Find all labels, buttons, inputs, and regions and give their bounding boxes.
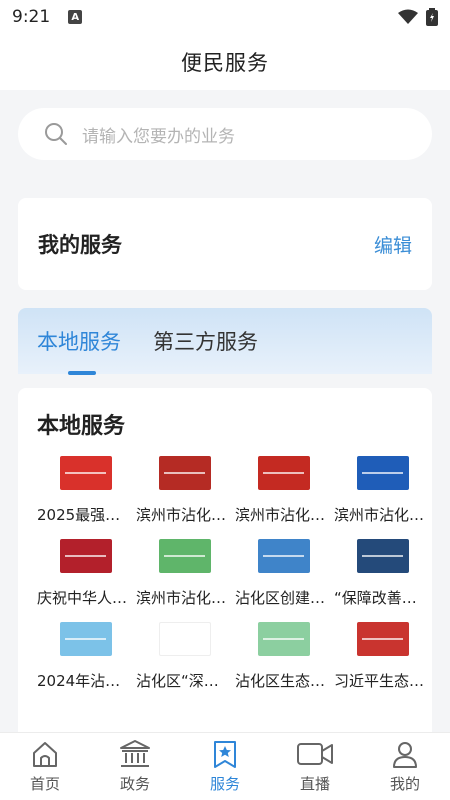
service-item[interactable]: 沾化区生态… — [234, 622, 333, 691]
tab-label: 第三方服务 — [153, 330, 258, 354]
home-icon — [33, 742, 57, 767]
service-item[interactable]: 滨州市沾化… — [333, 456, 432, 525]
service-tabs: 本地服务 第三方服务 — [18, 308, 432, 375]
service-item-label: 庆祝中华人… — [37, 589, 128, 607]
app-header: 便民服务 — [0, 34, 450, 90]
service-item-label: 沾化区生态… — [235, 672, 326, 690]
page-title: 便民服务 — [181, 51, 269, 75]
bottom-navigation: 首页 政务 服务 直播 我的 — [0, 732, 450, 800]
user-icon — [393, 742, 417, 768]
service-thumbnail — [59, 539, 112, 573]
battery-icon — [426, 8, 438, 26]
service-item[interactable]: 2025最强… — [36, 456, 135, 525]
service-grid: 2025最强… 滨州市沾化… 滨州市沾化… 滨州市沾化… 庆祝中华人… 滨州市沾… — [18, 456, 432, 691]
nav-label: 我的 — [389, 775, 420, 793]
service-bookmark-icon — [214, 741, 236, 768]
service-thumbnail — [257, 622, 310, 656]
service-item-label: 滨州市沾化… — [334, 506, 425, 524]
my-services-title: 我的服务 — [38, 233, 122, 257]
notification-icon: A — [68, 10, 83, 24]
nav-government[interactable]: 政务 — [90, 733, 180, 800]
wifi-icon — [398, 9, 418, 24]
video-camera-icon — [297, 743, 333, 765]
service-item[interactable]: “保障改善… — [333, 539, 432, 608]
status-bar: 9:21 A — [0, 0, 450, 34]
service-thumbnail — [158, 456, 211, 490]
service-thumbnail — [158, 622, 211, 656]
status-indicators — [398, 8, 438, 26]
nav-label: 服务 — [209, 775, 240, 793]
nav-label: 直播 — [299, 775, 330, 793]
nav-home[interactable]: 首页 — [0, 733, 90, 800]
my-services-card: 我的服务 编辑 — [18, 198, 432, 290]
service-item[interactable]: 习近平生态… — [333, 622, 432, 691]
nav-profile[interactable]: 我的 — [360, 733, 450, 800]
status-time: 9:21 — [12, 7, 51, 27]
nav-label: 政务 — [119, 775, 150, 793]
service-item[interactable]: 庆祝中华人… — [36, 539, 135, 608]
service-item[interactable]: 沾化区“深… — [135, 622, 234, 691]
service-item-label: 沾化区创建… — [235, 589, 326, 607]
service-item[interactable]: 滨州市沾化… — [135, 539, 234, 608]
edit-button[interactable]: 编辑 — [374, 231, 412, 258]
search-placeholder: 请输入您要办的业务 — [82, 126, 235, 147]
tab-third-party-services[interactable]: 第三方服务 — [153, 308, 258, 374]
service-item[interactable]: 沾化区创建… — [234, 539, 333, 608]
service-item-label: 2024年沾… — [37, 672, 121, 690]
service-thumbnail — [356, 456, 409, 490]
search-icon — [45, 123, 67, 145]
government-building-icon — [120, 740, 150, 767]
active-tab-indicator — [68, 371, 96, 375]
service-thumbnail — [356, 622, 409, 656]
nav-label: 首页 — [29, 775, 60, 793]
service-item-label: 滨州市沾化… — [136, 589, 227, 607]
service-item-label: “保障改善… — [334, 589, 417, 607]
service-item-label: 习近平生态… — [334, 672, 425, 690]
service-item-label: 滨州市沾化… — [235, 506, 326, 524]
service-item[interactable]: 滨州市沾化… — [135, 456, 234, 525]
service-thumbnail — [257, 456, 310, 490]
service-item[interactable]: 滨州市沾化… — [234, 456, 333, 525]
service-thumbnail — [59, 456, 112, 490]
service-thumbnail — [257, 539, 310, 573]
service-item-label: 滨州市沾化… — [136, 506, 227, 524]
service-thumbnail — [59, 622, 112, 656]
service-item-label: 沾化区“深… — [136, 672, 219, 690]
nav-live[interactable]: 直播 — [270, 733, 360, 800]
service-item[interactable]: 2024年沾… — [36, 622, 135, 691]
service-thumbnail — [158, 539, 211, 573]
tab-local-services[interactable]: 本地服务 — [37, 308, 121, 374]
local-services-card: 本地服务 2025最强… 滨州市沾化… 滨州市沾化… 滨州市沾化… 庆祝中华人…… — [18, 388, 432, 748]
search-input[interactable]: 请输入您要办的业务 — [18, 108, 432, 160]
service-item-label: 2025最强… — [37, 506, 121, 524]
nav-services[interactable]: 服务 — [180, 733, 270, 800]
tab-label: 本地服务 — [37, 330, 121, 354]
local-services-title: 本地服务 — [37, 414, 126, 439]
service-thumbnail — [356, 539, 409, 573]
